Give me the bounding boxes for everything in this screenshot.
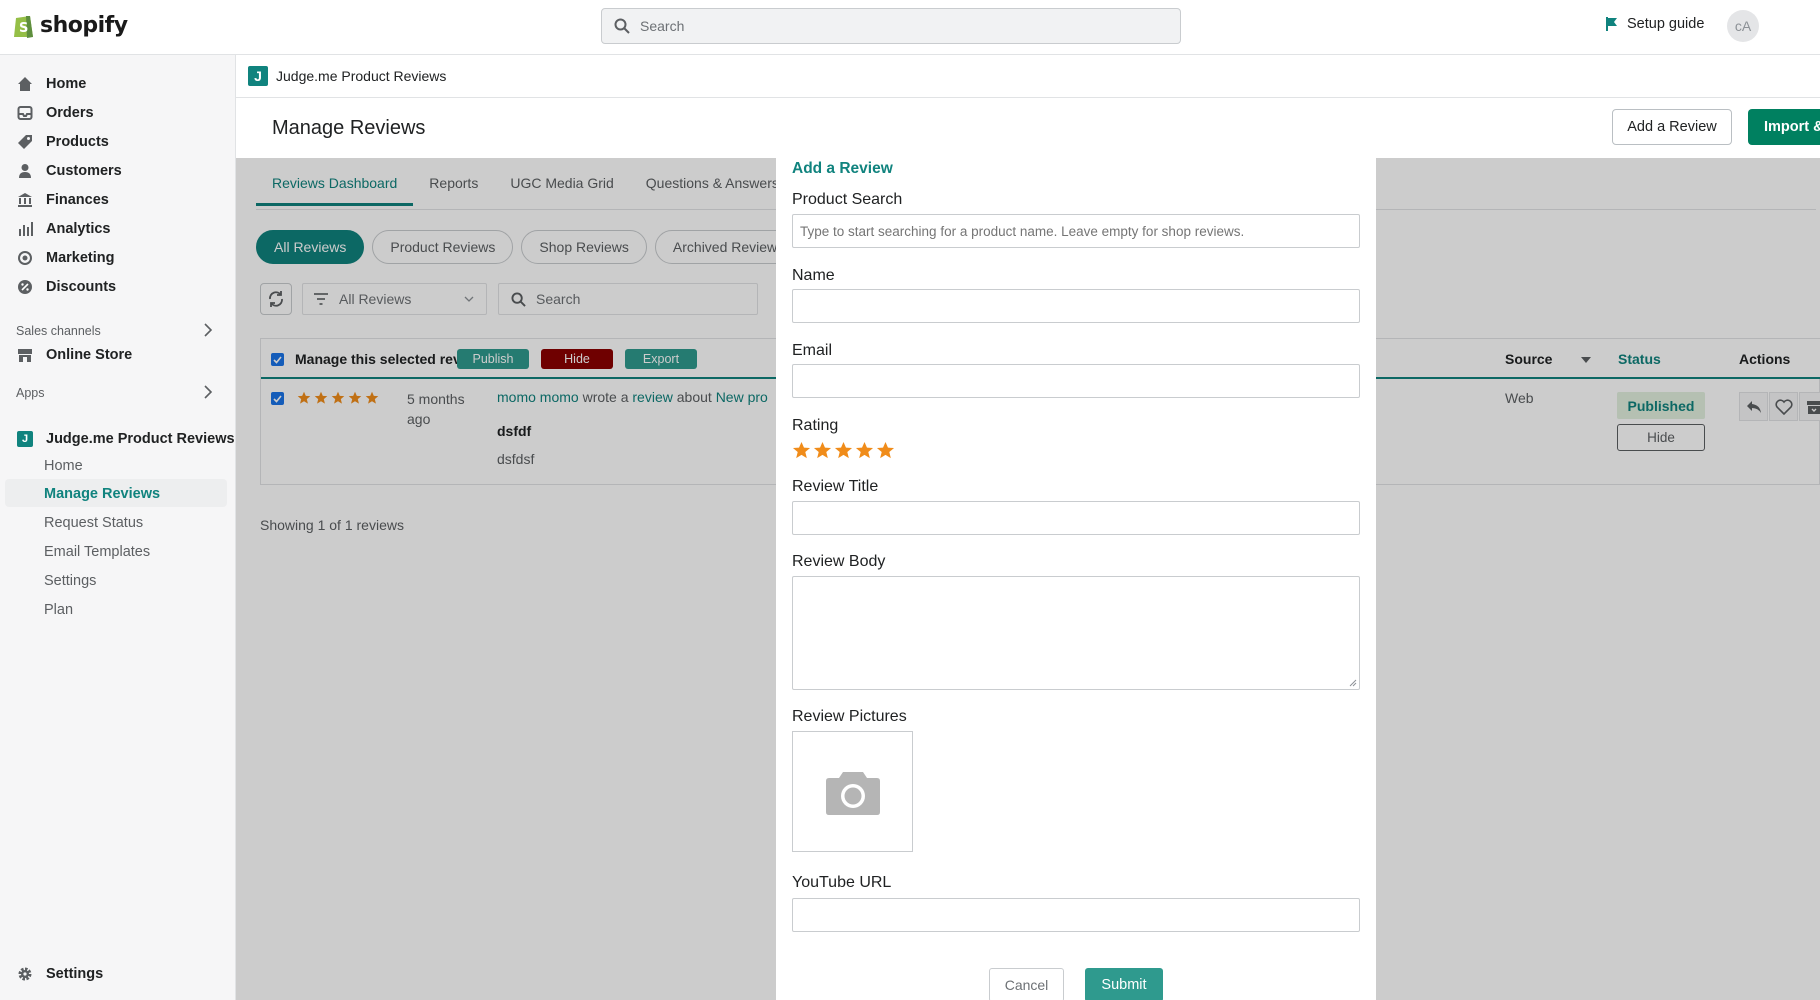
product-search-input[interactable] bbox=[792, 214, 1360, 248]
star-icon[interactable] bbox=[855, 441, 874, 460]
avatar[interactable]: cA bbox=[1727, 10, 1759, 42]
home-icon bbox=[16, 75, 34, 93]
flag-icon bbox=[1606, 17, 1617, 31]
tag-icon bbox=[16, 133, 34, 151]
sidebar-item-label: Orders bbox=[46, 105, 94, 121]
judgeme-app-icon: J bbox=[16, 430, 34, 448]
sidebar-item-judgeme-app[interactable]: J Judge.me Product Reviews bbox=[16, 430, 235, 448]
top-bar: S shopify Search Setup guide cA bbox=[0, 0, 1820, 55]
review-title-input[interactable] bbox=[792, 501, 1360, 535]
import-button[interactable]: Import & bbox=[1748, 109, 1820, 145]
person-icon bbox=[16, 162, 34, 180]
shopify-logo[interactable]: S shopify bbox=[12, 12, 128, 39]
sidebar-item-customers[interactable]: Customers bbox=[16, 162, 122, 180]
orders-icon bbox=[16, 104, 34, 122]
resize-grip-icon[interactable] bbox=[1349, 679, 1357, 687]
add-review-button[interactable]: Add a Review bbox=[1612, 109, 1732, 145]
rating-input[interactable] bbox=[792, 441, 895, 460]
sidebar-item-analytics[interactable]: Analytics bbox=[16, 220, 110, 238]
email-input[interactable] bbox=[792, 364, 1360, 398]
judgeme-app-icon: J bbox=[248, 66, 268, 86]
sidebar-subitem-email-templates[interactable]: Email Templates bbox=[44, 544, 150, 560]
sidebar-item-label: Judge.me Product Reviews bbox=[46, 431, 235, 447]
star-icon[interactable] bbox=[834, 441, 853, 460]
shopify-bag-icon: S bbox=[14, 16, 33, 38]
review-title-label: Review Title bbox=[792, 478, 879, 495]
chevron-right-icon[interactable] bbox=[202, 323, 214, 337]
sidebar-item-products[interactable]: Products bbox=[16, 133, 109, 151]
sidebar-item-label: Finances bbox=[46, 192, 109, 208]
search-placeholder: Search bbox=[640, 18, 685, 34]
sales-channels-label: Sales channels bbox=[16, 324, 101, 338]
star-icon[interactable] bbox=[876, 441, 895, 460]
app-breadcrumb[interactable]: Judge.me Product Reviews bbox=[276, 68, 446, 84]
chevron-right-icon[interactable] bbox=[202, 385, 214, 399]
sidebar-item-marketing[interactable]: Marketing bbox=[16, 249, 115, 267]
camera-icon bbox=[825, 771, 880, 815]
sidebar-item-label: Customers bbox=[46, 163, 122, 179]
sidebar-item-discounts[interactable]: Discounts bbox=[16, 278, 116, 296]
star-icon[interactable] bbox=[813, 441, 832, 460]
product-search-label: Product Search bbox=[792, 191, 903, 208]
review-body-textarea[interactable] bbox=[792, 576, 1360, 690]
sidebar-item-label: Online Store bbox=[46, 347, 133, 363]
page-header: Manage Reviews Add a Review Import & bbox=[236, 98, 1820, 158]
sidebar-subitem-request-status[interactable]: Request Status bbox=[44, 515, 143, 531]
sidebar-subitem-settings[interactable]: Settings bbox=[44, 573, 96, 589]
target-icon bbox=[16, 249, 34, 267]
sidebar-subitem-manage-reviews[interactable]: Manage Reviews bbox=[44, 486, 160, 502]
global-search-input[interactable]: Search bbox=[601, 8, 1181, 44]
gear-icon bbox=[16, 965, 34, 983]
review-body-label: Review Body bbox=[792, 553, 886, 570]
apps-label: Apps bbox=[16, 386, 45, 400]
youtube-url-label: YouTube URL bbox=[792, 874, 892, 891]
name-label: Name bbox=[792, 267, 835, 284]
modal-title: Add a Review bbox=[792, 160, 893, 177]
sidebar-item-home[interactable]: Home bbox=[16, 75, 86, 93]
review-pictures-label: Review Pictures bbox=[792, 708, 907, 725]
sidebar-item-orders[interactable]: Orders bbox=[16, 104, 94, 122]
youtube-url-input[interactable] bbox=[792, 898, 1360, 932]
setup-guide-label: Setup guide bbox=[1627, 16, 1705, 32]
email-label: Email bbox=[792, 342, 833, 359]
bar-chart-icon bbox=[16, 220, 34, 238]
sidebar-item-label: Products bbox=[46, 134, 109, 150]
bank-icon bbox=[16, 191, 34, 209]
svg-text:S: S bbox=[19, 21, 28, 36]
sidebar-item-settings[interactable]: Settings bbox=[16, 965, 103, 983]
setup-guide-button[interactable]: Setup guide bbox=[1605, 16, 1704, 32]
logo-text: shopify bbox=[40, 13, 128, 38]
rating-label: Rating bbox=[792, 417, 839, 434]
picture-upload-box[interactable] bbox=[792, 731, 913, 852]
sidebar-item-online-store[interactable]: Online Store bbox=[16, 346, 132, 364]
star-icon[interactable] bbox=[792, 441, 811, 460]
sidebar-item-label: Analytics bbox=[46, 221, 111, 237]
sidebar: Home Orders Products Customers Finances … bbox=[0, 55, 236, 1000]
search-icon bbox=[614, 18, 630, 34]
sidebar-item-finances[interactable]: Finances bbox=[16, 191, 109, 209]
discount-icon bbox=[16, 278, 34, 296]
sidebar-item-label: Settings bbox=[46, 966, 104, 982]
app-bar: J Judge.me Product Reviews bbox=[236, 55, 1820, 98]
cancel-button[interactable]: Cancel bbox=[989, 968, 1064, 1000]
sidebar-item-label: Home bbox=[46, 76, 87, 92]
sidebar-subitem-plan[interactable]: Plan bbox=[44, 602, 73, 618]
store-icon bbox=[16, 346, 34, 364]
sidebar-item-label: Marketing bbox=[46, 250, 115, 266]
sidebar-item-label: Discounts bbox=[46, 279, 117, 295]
page-title: Manage Reviews bbox=[272, 117, 426, 139]
name-input[interactable] bbox=[792, 289, 1360, 323]
sidebar-subitem-home[interactable]: Home bbox=[44, 458, 83, 474]
add-review-modal: Add a Review Product Search Name Email R… bbox=[776, 158, 1376, 1000]
submit-button[interactable]: Submit bbox=[1085, 968, 1163, 1000]
